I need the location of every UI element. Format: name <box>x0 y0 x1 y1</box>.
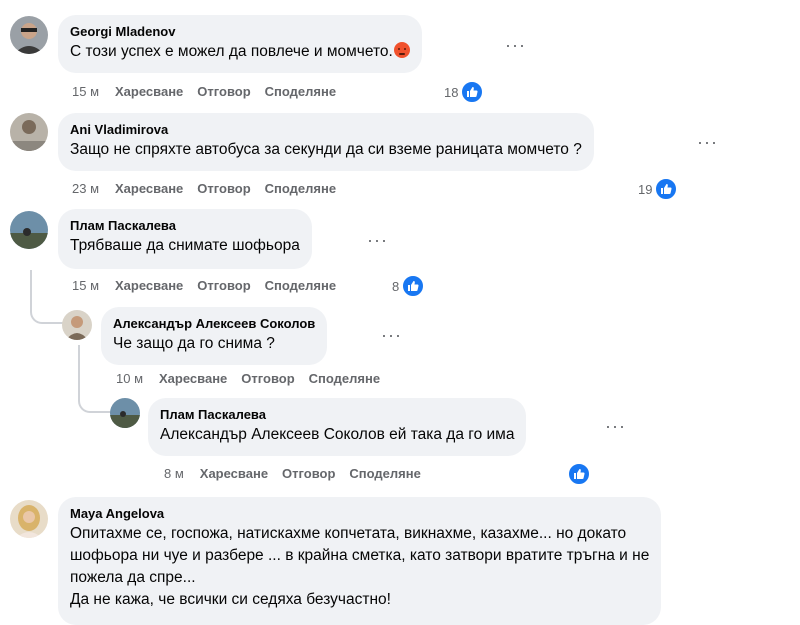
reaction-number: 19 <box>638 181 653 197</box>
ellipsis-icon[interactable]: ··· <box>381 326 402 344</box>
avatar[interactable] <box>10 500 48 538</box>
share-button[interactable]: Споделяне <box>265 278 336 293</box>
comment-author[interactable]: Georgi Mladenov <box>70 23 410 41</box>
comment-actions: 23 м Харесване Отговор Споделяне <box>72 181 350 196</box>
reaction-count[interactable] <box>565 462 591 486</box>
reaction-count[interactable]: 18 <box>444 80 485 104</box>
comment-author[interactable]: Ani Vladimirova <box>70 121 582 139</box>
ellipsis-icon[interactable]: ··· <box>697 133 718 151</box>
avatar[interactable] <box>10 211 48 249</box>
ellipsis-icon[interactable]: ··· <box>605 417 626 435</box>
comment-text-line: Да не кажа, че всички си седяха безучаст… <box>70 591 391 608</box>
thumbs-up-icon <box>401 274 426 298</box>
comment-text: Александър Алексеев Соколов ей така да г… <box>160 426 515 443</box>
timestamp[interactable]: 23 м <box>72 181 99 196</box>
comment-text-line: Опитахме се, госпожа, натискахме копчета… <box>70 525 627 542</box>
comment-actions: 15 м Харесване Отговор Споделяне <box>72 84 350 99</box>
reply-bubble: Плам Паскалева Александър Алексеев Сокол… <box>148 398 527 456</box>
thumbs-up-icon <box>460 80 485 104</box>
comment-text: Защо не спряхте автобуса за секунди да с… <box>70 141 582 158</box>
comment-actions: 15 м Харесване Отговор Споделяне <box>72 278 350 293</box>
ellipsis-icon[interactable]: ··· <box>505 36 526 54</box>
like-button[interactable]: Харесване <box>115 278 183 293</box>
avatar[interactable] <box>62 310 92 340</box>
share-button[interactable]: Споделяне <box>265 84 336 99</box>
comment-text-line: шофьора ни чуе и разбере ... в крайна см… <box>70 547 650 564</box>
share-button[interactable]: Споделяне <box>349 466 420 481</box>
comment-author[interactable]: Maya Angelova <box>70 505 649 523</box>
comment-bubble: Ani Vladimirova Защо не спряхте автобуса… <box>58 113 594 171</box>
ellipsis-icon[interactable]: ··· <box>367 231 388 249</box>
reaction-number: 18 <box>444 84 459 100</box>
thumbs-up-icon <box>654 177 679 201</box>
avatar[interactable] <box>10 113 48 151</box>
share-button[interactable]: Споделяне <box>309 371 380 386</box>
comment-actions: 8 м Харесване Отговор Споделяне <box>164 466 435 481</box>
avatar[interactable] <box>110 398 140 428</box>
like-button[interactable]: Харесване <box>115 84 183 99</box>
reply-button[interactable]: Отговор <box>197 84 250 99</box>
comment-bubble: Плам Паскалева Трябваше да снимате шофьо… <box>58 209 312 269</box>
reaction-count[interactable]: 8 <box>392 274 426 298</box>
comment-bubble: Georgi Mladenov С този успех е можел да … <box>58 15 422 73</box>
comment-author[interactable]: Плам Паскалева <box>70 217 300 235</box>
reply-button[interactable]: Отговор <box>241 371 294 386</box>
like-button[interactable]: Харесване <box>200 466 268 481</box>
comment-author[interactable]: Александър Алексеев Соколов <box>113 315 315 333</box>
like-button[interactable]: Харесване <box>159 371 227 386</box>
timestamp[interactable]: 10 м <box>116 371 143 386</box>
reaction-number: 8 <box>392 278 400 294</box>
reply-bubble: Александър Алексеев Соколов Че защо да г… <box>101 307 328 365</box>
comment-text: Че защо да го снима ? <box>113 335 275 352</box>
timestamp[interactable]: 15 м <box>72 278 99 293</box>
thumbs-up-icon <box>567 462 591 486</box>
timestamp[interactable]: 8 м <box>164 466 184 481</box>
comment-bubble: Maya Angelova Опитахме се, госпожа, нати… <box>58 497 662 625</box>
avatar[interactable] <box>10 16 48 54</box>
timestamp[interactable]: 15 м <box>72 84 99 99</box>
comment-actions: 10 м Харесване Отговор Споделяне <box>116 371 394 386</box>
reaction-count[interactable]: 19 <box>638 177 679 201</box>
comment-text: Трябваше да снимате шофьора <box>70 237 300 254</box>
comment-author[interactable]: Плам Паскалева <box>160 406 514 424</box>
reply-button[interactable]: Отговор <box>282 466 335 481</box>
reply-button[interactable]: Отговор <box>197 181 250 196</box>
share-button[interactable]: Споделяне <box>265 181 336 196</box>
reply-button[interactable]: Отговор <box>197 278 250 293</box>
like-button[interactable]: Харесване <box>115 181 183 196</box>
comment-text: С този успех е можел да повлече и момчет… <box>70 43 393 60</box>
comment-text-line: пожела да спре... <box>70 569 196 586</box>
angry-face-icon <box>393 42 410 58</box>
